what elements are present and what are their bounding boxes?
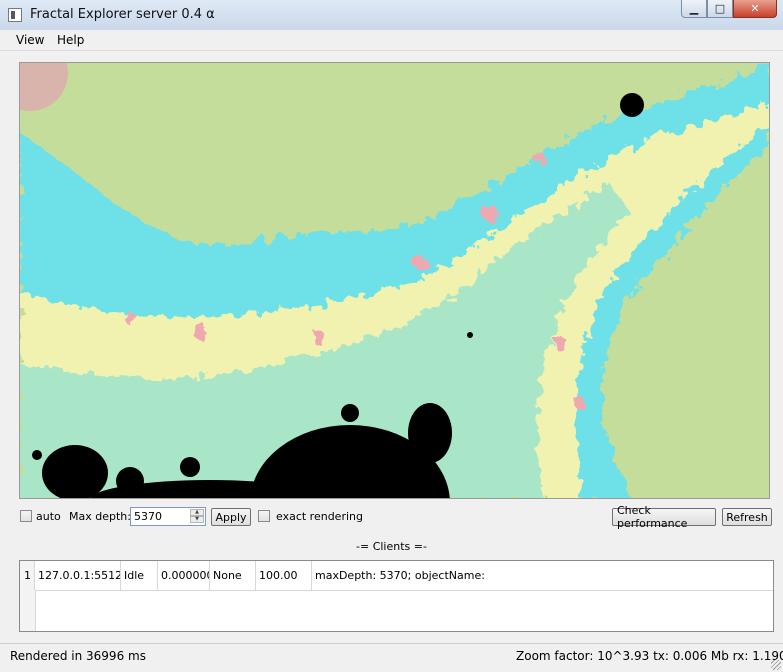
client-value: 0.000000 xyxy=(158,561,210,590)
apply-button[interactable]: Apply xyxy=(211,508,251,526)
spin-up-icon[interactable]: ▲ xyxy=(190,509,204,516)
row-header-empty xyxy=(20,590,36,631)
spin-buttons: ▲ ▼ xyxy=(190,509,204,524)
window-title: Fractal Explorer server 0.4 α xyxy=(30,7,215,22)
max-depth-label: Max depth: xyxy=(69,510,131,523)
clients-table[interactable]: 1 127.0.0.1:55122 Idle 0.000000 None 100… xyxy=(19,560,774,632)
client-status: Idle xyxy=(121,561,158,590)
fractal-image xyxy=(20,63,769,498)
fractal-view[interactable] xyxy=(19,62,770,499)
check-performance-button[interactable]: Check performance xyxy=(612,504,716,530)
zoom-traffic-status: Zoom factor: 10^3.93 tx: 0.006 Mb rx: 1.… xyxy=(516,649,783,663)
max-depth-spinbox[interactable]: ▲ ▼ xyxy=(130,507,206,526)
clients-title: -= Clients =- xyxy=(356,540,427,553)
render-time-status: Rendered in 36996 ms xyxy=(10,649,146,663)
menu-help[interactable]: Help xyxy=(57,33,84,47)
max-depth-input[interactable] xyxy=(134,509,188,524)
minimize-button[interactable]: ▁ xyxy=(681,0,707,18)
refresh-button[interactable]: Refresh xyxy=(722,508,772,526)
title-bar[interactable]: Fractal Explorer server 0.4 α ▁ □ ✕ xyxy=(0,0,783,31)
exact-rendering-checkbox[interactable] xyxy=(258,510,270,522)
exact-rendering-label: exact rendering xyxy=(276,510,363,523)
close-button[interactable]: ✕ xyxy=(733,0,777,18)
row-number: 1 xyxy=(20,561,35,590)
client-address: 127.0.0.1:55122 xyxy=(35,561,121,590)
client-task: None xyxy=(210,561,256,590)
auto-label: auto xyxy=(36,510,61,523)
client-percent: 100.00 xyxy=(256,561,312,590)
client-info: maxDepth: 5370; objectName: xyxy=(315,569,485,582)
auto-checkbox[interactable] xyxy=(20,510,32,522)
window-controls: ▁ □ ✕ xyxy=(681,0,777,18)
resize-grip-icon[interactable] xyxy=(771,660,781,670)
spin-down-icon[interactable]: ▼ xyxy=(190,516,204,523)
app-icon xyxy=(8,8,22,22)
maximize-button[interactable]: □ xyxy=(707,0,733,18)
menu-view[interactable]: View xyxy=(16,33,44,47)
status-bar: Rendered in 36996 ms Zoom factor: 10^3.9… xyxy=(0,643,783,672)
menu-bar: View Help xyxy=(0,30,783,51)
table-row[interactable]: 1 127.0.0.1:55122 Idle 0.000000 None 100… xyxy=(20,561,773,591)
controls-row: auto Max depth: ▲ ▼ Apply exact renderin… xyxy=(0,504,783,530)
